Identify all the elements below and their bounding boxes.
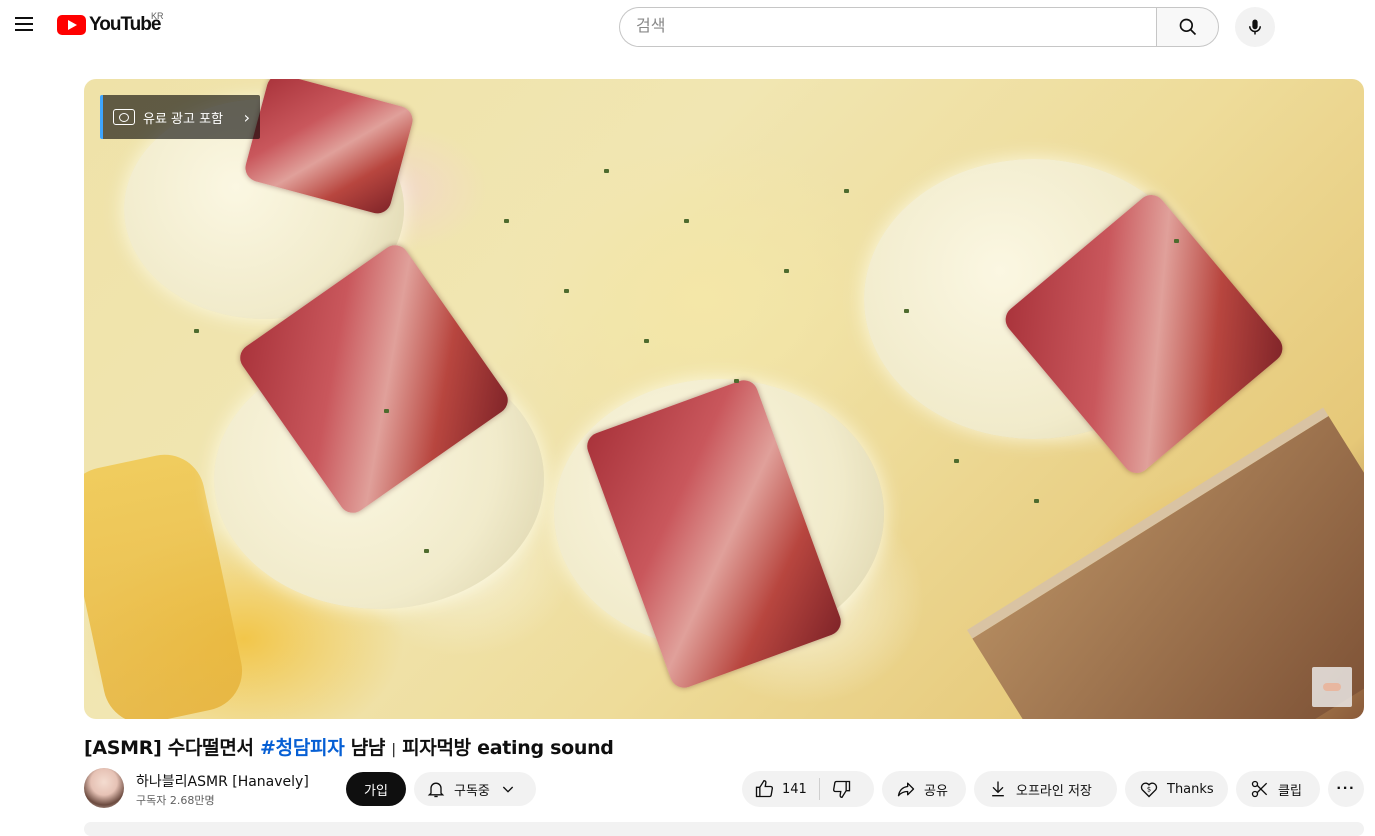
title-suffix: 피자먹방 eating sound: [395, 737, 614, 759]
chevron-right-icon: ›: [243, 107, 250, 127]
like-dislike-group: 141: [742, 771, 874, 807]
parsley-flake: [844, 189, 849, 193]
paid-promotion-badge[interactable]: 유료 광고 포함 ›: [100, 95, 260, 139]
watermark-logo: [1323, 683, 1341, 691]
country-code: KR: [151, 11, 164, 21]
download-label: 오프라인 저장: [1016, 783, 1092, 799]
parsley-flake: [1174, 239, 1179, 243]
thanks-label: Thanks: [1167, 781, 1214, 797]
like-button[interactable]: 141: [742, 771, 819, 807]
menu-icon-line: [15, 29, 33, 31]
menu-icon-line: [15, 17, 33, 19]
masthead: YouTube KR: [0, 0, 1375, 56]
parsley-flake: [384, 409, 389, 413]
subscriber-count: 구독자 2.68만명: [136, 794, 215, 807]
thanks-button[interactable]: $ Thanks: [1125, 771, 1228, 807]
share-icon: [897, 782, 915, 797]
scissors-icon: [1251, 780, 1268, 798]
share-label: 공유: [924, 783, 948, 799]
guide-menu-button[interactable]: [4, 4, 44, 44]
subscribed-label: 구독중: [454, 783, 490, 799]
parsley-flake: [684, 219, 689, 223]
pizza-box-tray: [967, 407, 1364, 719]
title-hashtag-link[interactable]: #청담피자: [260, 737, 345, 759]
thumbs-up-icon: [755, 779, 773, 798]
title-prefix: [ASMR] 수다떨면서: [84, 737, 261, 759]
search-button[interactable]: [1156, 7, 1219, 47]
more-horizontal-icon: ···: [1336, 780, 1356, 797]
bell-icon: [427, 782, 445, 798]
youtube-play-icon: [57, 15, 86, 35]
parsley-flake: [194, 329, 199, 333]
logo-text: YouTube: [89, 14, 161, 35]
super-thanks-icon: $: [1140, 782, 1158, 798]
clip-button[interactable]: 클립: [1236, 771, 1320, 807]
svg-text:$: $: [1147, 786, 1151, 794]
parsley-flake: [734, 379, 739, 383]
voice-search-button[interactable]: [1235, 7, 1275, 47]
description-box[interactable]: [84, 822, 1364, 836]
search-box: [619, 7, 1219, 47]
parsley-flake: [1034, 499, 1039, 503]
parsley-flake: [644, 339, 649, 343]
video-player[interactable]: 유료 광고 포함 ›: [84, 79, 1364, 719]
microphone-icon: [1249, 19, 1261, 35]
channel-name-link[interactable]: 하나블리ASMR [Hanavely]: [136, 771, 309, 791]
parsley-flake: [784, 269, 789, 273]
thumbs-down-icon: [832, 780, 850, 799]
download-icon: [992, 781, 1004, 797]
paid-promotion-icon: [113, 109, 135, 125]
parsley-flake: [954, 459, 959, 463]
download-button[interactable]: 오프라인 저장: [974, 771, 1117, 807]
parsley-flake: [904, 309, 909, 313]
chevron-down-icon: [502, 786, 514, 793]
parsley-flake: [564, 289, 569, 293]
dislike-button[interactable]: [820, 771, 864, 807]
video-title: [ASMR] 수다떨면서 #청담피자 냠냠 | 피자먹방 eating soun…: [84, 733, 614, 760]
like-count: 141: [782, 781, 807, 797]
join-button[interactable]: 가입: [346, 772, 406, 806]
more-actions-button[interactable]: ···: [1328, 771, 1364, 807]
parsley-flake: [504, 219, 509, 223]
clip-label: 클립: [1278, 783, 1302, 799]
paid-promotion-label: 유료 광고 포함: [143, 111, 224, 127]
channel-watermark[interactable]: [1312, 667, 1352, 707]
title-middle: 냠냠: [344, 737, 392, 759]
menu-icon-line: [15, 23, 33, 25]
share-button[interactable]: 공유: [882, 771, 966, 807]
subscribed-button[interactable]: 구독중: [414, 772, 536, 806]
parsley-flake: [604, 169, 609, 173]
search-input[interactable]: [619, 7, 1156, 47]
youtube-logo[interactable]: YouTube KR: [57, 11, 164, 36]
channel-avatar[interactable]: [84, 768, 124, 808]
parsley-flake: [424, 549, 429, 553]
search-icon: [1179, 18, 1196, 36]
